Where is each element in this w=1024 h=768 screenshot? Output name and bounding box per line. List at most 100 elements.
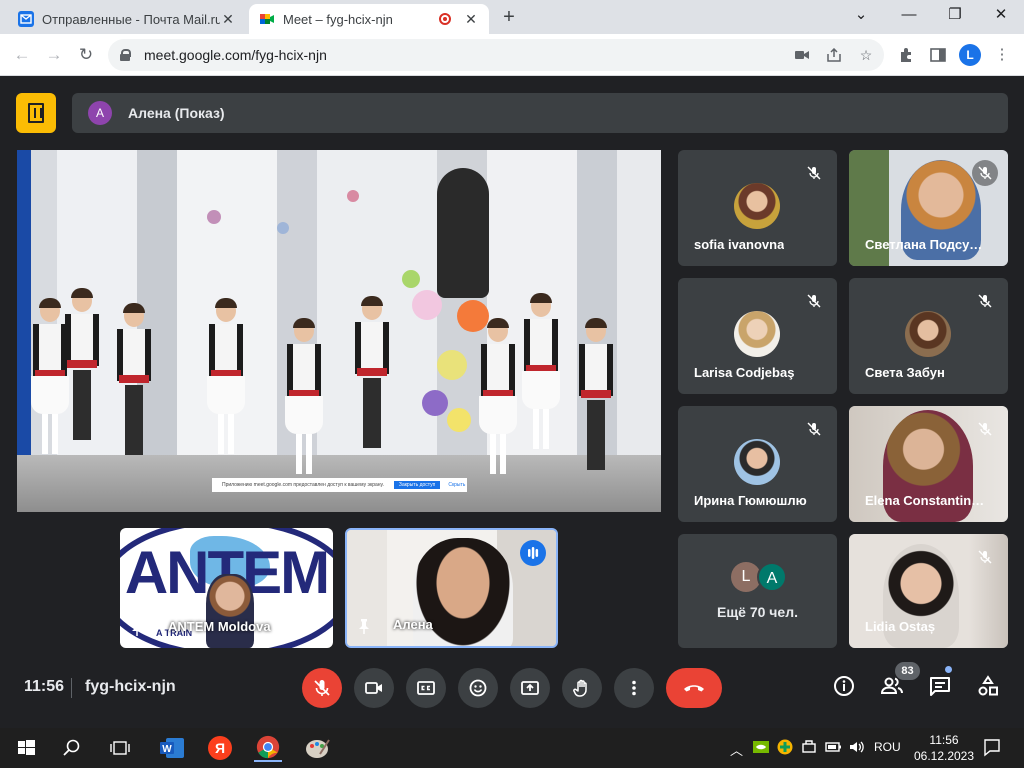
people-icon (880, 677, 903, 694)
stop-sharing-button[interactable]: Закрыть доступ (393, 481, 441, 489)
people-button[interactable] (880, 674, 904, 698)
avatar (734, 183, 780, 229)
camera-in-use-icon[interactable] (790, 39, 814, 71)
dancer (63, 288, 101, 450)
dancer (522, 293, 560, 455)
paper-flower (402, 270, 420, 288)
hand-icon (573, 679, 587, 697)
present-now-button[interactable] (510, 668, 550, 708)
new-tab-button[interactable]: + (498, 6, 520, 28)
more-options-button[interactable] (614, 668, 654, 708)
back-arrow-icon[interactable]: ← (10, 43, 34, 67)
side-panel-icon[interactable] (926, 43, 950, 67)
paper-flower (412, 290, 442, 320)
presenter-label: Алена (Показ) (128, 105, 225, 121)
door-icon (28, 103, 44, 123)
browser-toolbar: ← → ↻ meet.google.com/fyg-hcix-njn ☆ L ⋮ (0, 34, 1024, 76)
participant-name: Света Забун (865, 365, 945, 380)
raise-hand-button[interactable] (562, 668, 602, 708)
device-tray-icon[interactable] (800, 738, 818, 759)
avatar (734, 439, 780, 485)
security-tray-icon[interactable] (776, 738, 794, 759)
windows-taskbar: W Я ︿ ROU 11:56 06.12.2023 (0, 728, 1024, 768)
pin-icon[interactable] (130, 620, 144, 636)
svg-text:W: W (162, 744, 172, 755)
taskbar-clock[interactable]: 11:56 06.12.2023 (912, 732, 976, 764)
tab-meet[interactable]: Meet – fyg-hcix-njn ✕ (249, 4, 489, 34)
paper-flower (277, 222, 289, 234)
paint-app-icon[interactable] (304, 734, 332, 762)
mic-off-icon (972, 288, 998, 314)
input-language[interactable]: ROU (874, 740, 901, 754)
participant-tile[interactable]: Светлана Подсу… (849, 150, 1008, 266)
participant-tile[interactable]: sofia ivanovna (678, 150, 837, 266)
paper-flower (422, 390, 448, 416)
mic-toggle-button[interactable] (302, 668, 342, 708)
tab-search-button[interactable]: ⌄ (841, 4, 881, 26)
volume-icon[interactable] (848, 738, 866, 759)
reactions-button[interactable] (458, 668, 498, 708)
meet-call-area: A Алена (Показ) Приложению meet.google.c… (0, 76, 1024, 728)
reload-icon[interactable]: ↻ (74, 43, 98, 67)
notifications-icon[interactable] (982, 737, 1002, 760)
camera-toggle-button[interactable] (354, 668, 394, 708)
paper-flower (347, 190, 359, 202)
screen-share-notice: Приложению meet.google.com предоставлен … (212, 478, 467, 492)
avatar: A (757, 562, 787, 592)
show-hidden-icons-chevron[interactable]: ︿ (730, 740, 743, 759)
pinned-tile-antem[interactable]: ANTEM A TRAIN ANTEM Moldova (120, 528, 333, 648)
bookmark-star-icon[interactable]: ☆ (854, 39, 878, 71)
participant-tile[interactable]: Света Забун (849, 278, 1008, 394)
paper-flower (207, 210, 221, 224)
participant-tile[interactable]: Larisa Codjebaş (678, 278, 837, 394)
restore-button[interactable]: ❐ (935, 4, 975, 26)
activities-button[interactable] (976, 674, 1000, 698)
tab-mail[interactable]: Отправленные - Почта Mail.ru ✕ (8, 4, 246, 34)
shared-screen[interactable]: Приложению meet.google.com предоставлен … (17, 150, 661, 512)
participant-video (206, 574, 254, 648)
present-screen-icon (521, 681, 539, 695)
close-tab-icon[interactable]: ✕ (463, 11, 479, 28)
pinned-tile-alena[interactable]: Алена (345, 528, 558, 648)
activities-button[interactable] (16, 93, 56, 133)
mic-off-icon (801, 416, 827, 442)
mic-off-icon (801, 160, 827, 186)
nvidia-tray-icon[interactable] (752, 738, 770, 759)
address-bar[interactable]: meet.google.com/fyg-hcix-njn ☆ (108, 39, 884, 71)
menu-kebab-icon[interactable]: ⋮ (990, 43, 1014, 67)
chrome-app-icon[interactable] (254, 734, 282, 762)
meeting-details-button[interactable] (832, 674, 856, 698)
dancer (353, 296, 391, 458)
word-app-icon[interactable]: W (158, 734, 186, 762)
hide-notice-link[interactable]: Скрыть (448, 482, 465, 488)
taskbar-date: 06.12.2023 (913, 749, 975, 763)
tab-title: Отправленные - Почта Mail.ru (42, 11, 220, 27)
recording-icon (439, 13, 451, 25)
shapes-icon (978, 675, 998, 696)
chat-button[interactable] (928, 674, 952, 698)
close-tab-icon[interactable]: ✕ (220, 11, 236, 28)
speaking-indicator-icon (520, 540, 546, 566)
participant-tile[interactable]: Ирина Гюмюшлю (678, 406, 837, 522)
forward-arrow-icon[interactable]: → (42, 43, 66, 67)
windows-start-icon[interactable] (12, 734, 40, 762)
avatar (905, 311, 951, 357)
extensions-icon[interactable] (894, 43, 918, 67)
yandex-browser-icon[interactable]: Я (206, 734, 234, 762)
battery-icon[interactable] (824, 738, 842, 759)
minimize-button[interactable]: — (889, 4, 929, 26)
captions-button[interactable] (406, 668, 446, 708)
more-participants-tile[interactable]: L A Ещё 70 чел. (678, 534, 837, 648)
participant-tile[interactable]: Elena Constantin… (849, 406, 1008, 522)
share-icon[interactable] (822, 39, 846, 71)
decoration-silhouette (437, 168, 489, 298)
mic-off-icon (972, 416, 998, 442)
task-view-icon[interactable] (106, 734, 134, 762)
close-window-button[interactable]: ✕ (981, 4, 1021, 26)
avatar (734, 311, 780, 357)
leave-call-button[interactable] (666, 668, 722, 708)
pin-icon[interactable] (357, 618, 371, 634)
profile-avatar[interactable]: L (959, 44, 981, 66)
search-icon[interactable] (58, 734, 86, 762)
participant-tile[interactable]: Lidia Ostaș (849, 534, 1008, 648)
